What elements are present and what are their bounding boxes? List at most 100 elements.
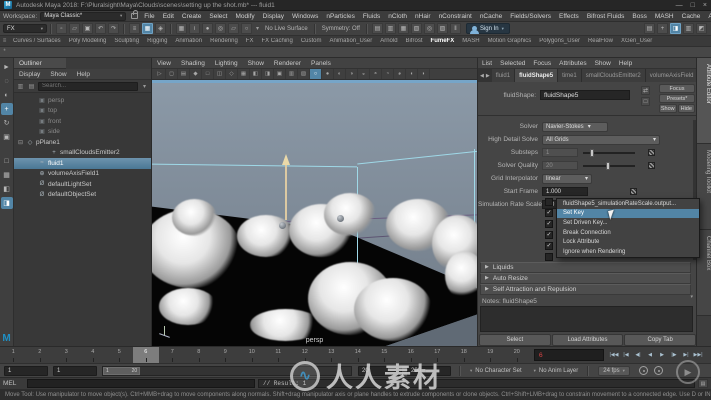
select-hierarchy-icon[interactable]: ≡ (129, 23, 140, 34)
shelf-tab[interactable]: Arnold (376, 38, 401, 44)
divider[interactable] (123, 24, 125, 34)
workspace-dropdown[interactable]: Maya Classic*▾ (40, 12, 126, 21)
menu-item[interactable]: Shading (176, 60, 210, 67)
timeline-frame[interactable]: 9 (212, 347, 239, 363)
paint-select-tool-icon[interactable]: ◐ (1, 89, 13, 101)
outliner-item[interactable]: ▣ top (14, 106, 151, 117)
context-menu-item[interactable]: Set Driven Key... (557, 218, 699, 228)
two-pane-layout-icon[interactable]: ◨ (1, 197, 13, 209)
wireframe-icon[interactable]: ○ (310, 69, 322, 79)
shelf-tab[interactable]: Bifrost (402, 38, 427, 44)
menu-item[interactable]: List (478, 60, 496, 67)
context-menu-item[interactable]: Break Connection (557, 228, 699, 238)
render-settings-icon[interactable]: ◎ (424, 23, 435, 34)
go-to-start-icon[interactable]: |◀◀ (608, 349, 620, 362)
film-gate-icon[interactable]: ◧ (250, 69, 262, 79)
animation-end-field[interactable]: 200 (407, 366, 451, 376)
outliner-search-input[interactable] (38, 82, 138, 91)
timeline-frame[interactable]: 18 (451, 347, 478, 363)
node-tab[interactable]: volumeAxisField (646, 69, 696, 82)
field-chart-icon[interactable]: ▥ (286, 69, 298, 79)
scroll-down-icon[interactable]: ▾ (690, 294, 693, 300)
tool-settings-toggle-icon[interactable]: + (657, 23, 668, 34)
timeline-frame[interactable]: 19 (477, 347, 504, 363)
solver-quality-field[interactable]: 20 (542, 161, 578, 170)
auto-keyframe-icon[interactable] (639, 366, 648, 375)
menu-set-dropdown[interactable]: FX▾ (3, 24, 47, 33)
shelf-tab[interactable]: Sculpting (110, 38, 143, 44)
menu-item[interactable]: File (140, 13, 158, 20)
attribute-checkbox[interactable]: ✓ (545, 220, 553, 228)
context-menu-item[interactable]: Ignore when Rendering (557, 247, 699, 257)
open-scene-icon[interactable]: ▱ (69, 23, 80, 34)
xray-icon[interactable]: ◖ (406, 69, 418, 79)
menu-item[interactable]: nParticles (322, 13, 359, 20)
menu-item[interactable]: Display (14, 71, 45, 78)
snap-curve-icon[interactable]: ≀ (189, 23, 200, 34)
menu-item[interactable]: nCloth (384, 13, 411, 20)
timeline-frame[interactable]: 2 (27, 347, 54, 363)
outliner-item[interactable]: ⊟ ◇ pPlane1 (14, 137, 151, 148)
shelf-tab[interactable]: Animation_User (326, 38, 377, 44)
select-object-icon[interactable]: ▦ (142, 23, 153, 34)
render-sequence-icon[interactable]: ▧ (411, 23, 422, 34)
presets-button[interactable]: Presets* (659, 94, 695, 103)
mel-label[interactable]: MEL (3, 380, 27, 387)
isolate-select-icon[interactable]: ◗ (418, 69, 430, 79)
range-slider-handle[interactable]: 120 (103, 367, 140, 375)
grid-icon[interactable]: ▦ (238, 69, 250, 79)
shelf-tab[interactable]: Poly Modeling (65, 38, 111, 44)
menu-item[interactable]: nHair (411, 13, 435, 20)
2d-pan-zoom-icon[interactable]: ◫ (214, 69, 226, 79)
go-to-end-icon[interactable]: ▶▶| (692, 349, 704, 362)
resolution-gate-icon[interactable]: ◨ (262, 69, 274, 79)
viewport-canvas[interactable]: persp (152, 83, 477, 346)
display-layer-icon[interactable]: ▨ (437, 23, 448, 34)
timeline-frame[interactable]: 8 (186, 347, 213, 363)
lasso-tool-icon[interactable]: ◌ (1, 75, 13, 87)
shadows-icon[interactable]: ◒ (358, 69, 370, 79)
sign-in-button[interactable]: Sign In ▾ (466, 23, 510, 34)
chevron-down-icon[interactable]: ▾ (140, 82, 149, 91)
animation-preferences-icon[interactable] (654, 366, 663, 375)
pin-tab-icon[interactable]: □ (641, 97, 650, 106)
shelf-tab[interactable]: Animation (171, 38, 206, 44)
menu-item[interactable]: Windows (288, 13, 322, 20)
outliner-item[interactable]: ⊕ volumeAxisField1 (14, 169, 151, 180)
menu-item[interactable]: Show (591, 60, 615, 67)
menu-item[interactable]: Create (178, 13, 206, 20)
scale-tool-icon[interactable]: ▣ (1, 131, 13, 143)
menu-item[interactable]: Show (45, 71, 71, 78)
textured-mode-icon[interactable]: ◐ (334, 69, 346, 79)
substeps-slider[interactable] (583, 152, 635, 154)
motion-blur-icon[interactable]: ◔ (382, 69, 394, 79)
node-tab[interactable]: fluidShape5 (515, 69, 558, 82)
context-menu-item[interactable]: fluidShape5_simulationRateScale.output..… (557, 199, 699, 209)
shelf-tab[interactable]: Motion Graphics (484, 38, 536, 44)
modeling-toolkit-toggle-icon[interactable]: ◩ (696, 23, 707, 34)
gate-mask-icon[interactable]: ▣ (274, 69, 286, 79)
select-tool-icon[interactable]: ► (1, 61, 13, 73)
undo-icon[interactable]: ↶ (95, 23, 106, 34)
single-pane-layout-icon[interactable]: □ (1, 155, 13, 167)
attribute-checkbox[interactable] (545, 198, 553, 206)
menu-item[interactable]: nConstraint (435, 13, 476, 20)
timeline-frame[interactable]: 5 (106, 347, 133, 363)
shelf-tab[interactable]: Polygons_User (535, 38, 584, 44)
step-back-key-icon[interactable]: |◀ (620, 349, 632, 362)
timeline-frame[interactable]: 20 (504, 347, 531, 363)
divider[interactable] (50, 24, 52, 34)
timeline-frame[interactable]: 3 (53, 347, 80, 363)
high-detail-solve-dropdown[interactable]: All Grids▾ (542, 135, 660, 145)
outliner-item[interactable]: ▣ persp (14, 95, 151, 106)
footer-button[interactable]: Select (479, 334, 551, 346)
select-camera-icon[interactable]: ▷ (154, 69, 166, 79)
step-forward-key-icon[interactable]: ▶| (680, 349, 692, 362)
node-tab[interactable]: smallCloudsEmitter2 (582, 69, 646, 82)
solver-dropdown[interactable]: Navier-Stokes▾ (542, 122, 608, 132)
menu-item[interactable]: Modify (231, 13, 258, 20)
snap-projected-center-icon[interactable]: ◎ (215, 23, 226, 34)
menu-item[interactable]: Boss (628, 13, 650, 20)
context-menu-item[interactable]: Set Key (557, 209, 699, 219)
menu-item[interactable]: Select (205, 13, 231, 20)
